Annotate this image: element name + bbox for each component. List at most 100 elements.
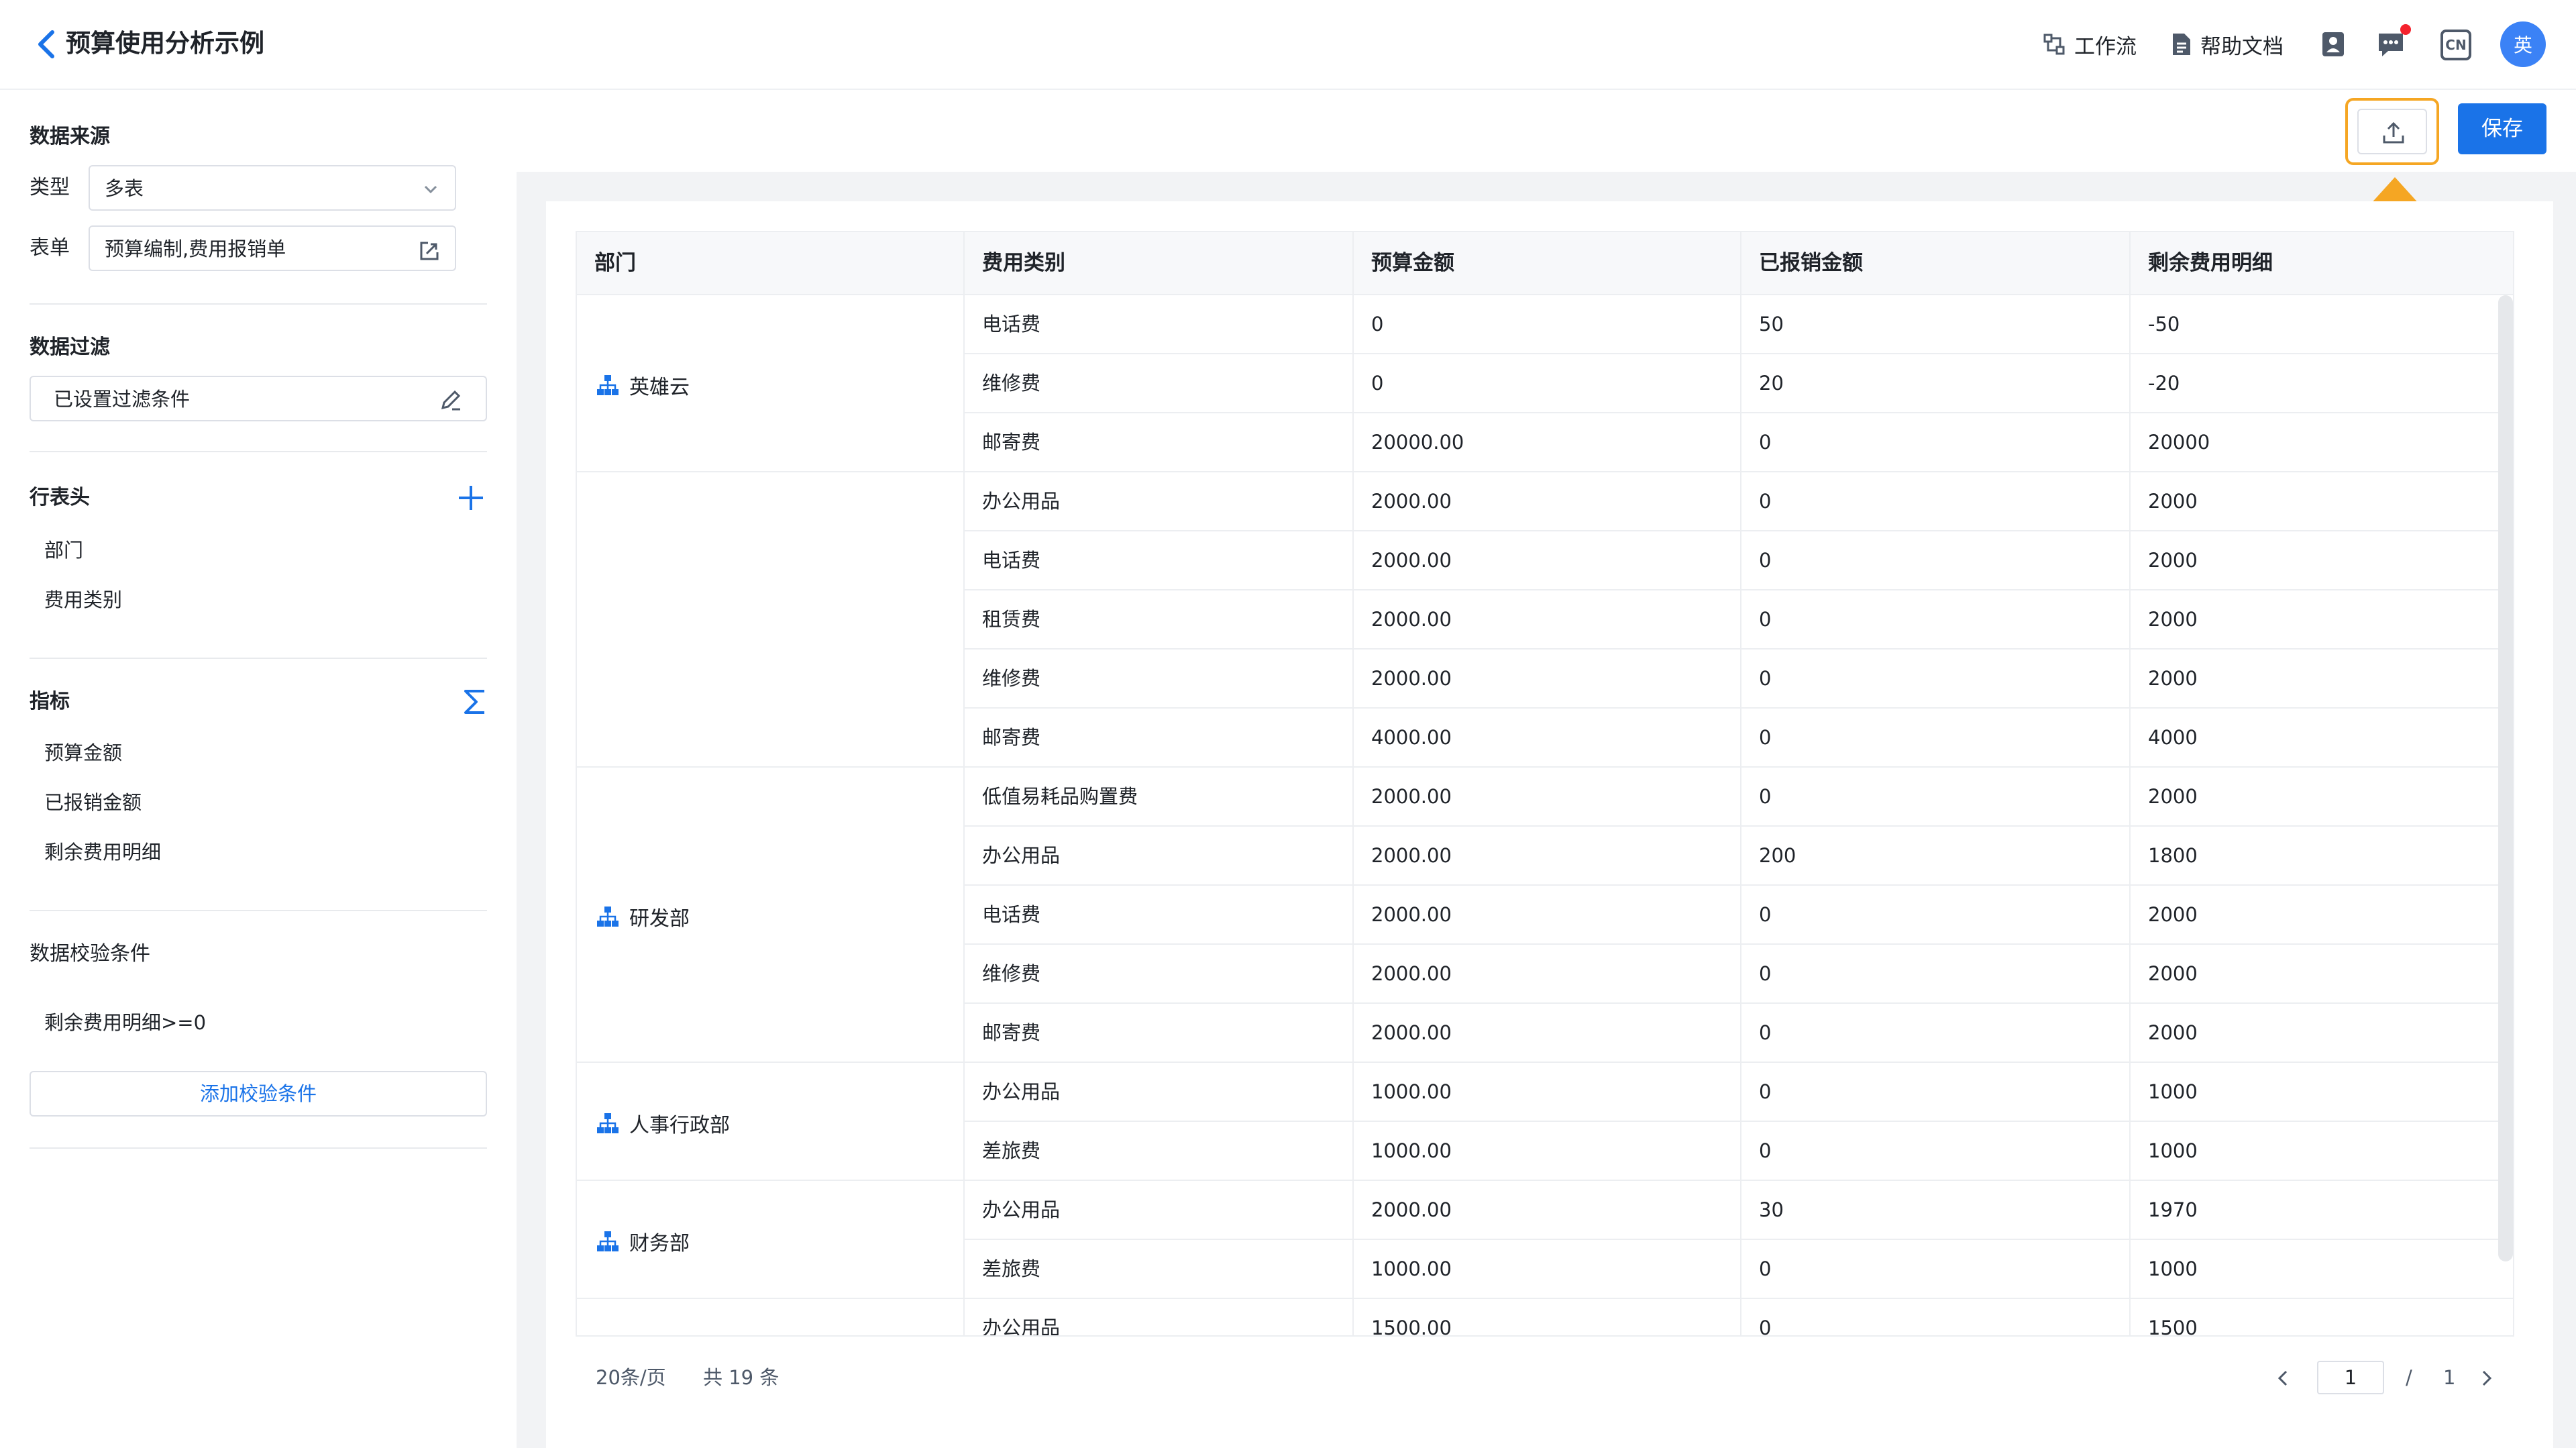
help-docs-button[interactable]: 帮助文档 xyxy=(2171,28,2284,60)
table-cell: 2000.00 xyxy=(1354,472,1741,531)
table-cell: 办公用品 xyxy=(965,1063,1354,1122)
language-switch[interactable]: CN xyxy=(2440,30,2471,60)
table-cell: 0 xyxy=(1741,590,2131,650)
form-select[interactable]: 预算编制,费用报销单 xyxy=(89,225,456,271)
contacts-icon[interactable] xyxy=(2318,30,2348,59)
table-scrollbar[interactable] xyxy=(2498,295,2513,1261)
table-cell: 2000 xyxy=(2131,472,2513,531)
metric-item[interactable]: 剩余费用明细 xyxy=(44,839,161,866)
department-name: 财务部 xyxy=(629,1232,690,1255)
department-label-group: 财务部 xyxy=(596,1227,690,1256)
filter-condition-value: 已设置过滤条件 xyxy=(54,388,191,411)
org-tree-icon xyxy=(597,375,619,395)
table-cell: 0 xyxy=(1354,295,1741,354)
table-cell: 2000.00 xyxy=(1354,945,1741,1004)
table-cell: 1000.00 xyxy=(1354,1122,1741,1181)
table-cell: 2000.00 xyxy=(1354,590,1741,650)
department-label-group: 人事行政部 xyxy=(596,1108,730,1138)
message-icon[interactable] xyxy=(2376,30,2406,59)
metric-item[interactable]: 预算金额 xyxy=(44,739,122,766)
divider xyxy=(30,303,487,305)
table-cell: 2000 xyxy=(2131,768,2513,827)
column-header[interactable]: 费用类别 xyxy=(965,232,1354,294)
column-header[interactable]: 剩余费用明细 xyxy=(2131,232,2513,294)
export-button[interactable] xyxy=(2357,109,2427,154)
column-header[interactable]: 部门 xyxy=(577,232,965,294)
table-cell: 电话费 xyxy=(965,295,1354,354)
table-cell: 邮寄费 xyxy=(965,1004,1354,1063)
language-label: CN xyxy=(2445,37,2467,53)
open-link-icon xyxy=(420,242,439,260)
table-cell: 2000.00 xyxy=(1354,650,1741,709)
form-label: 表单 xyxy=(30,236,70,260)
metric-item[interactable]: 已报销金额 xyxy=(44,789,142,816)
edit-pen-icon[interactable] xyxy=(439,388,463,412)
user-avatar[interactable]: 英 xyxy=(2500,21,2546,67)
table-cell: 0 xyxy=(1741,1299,2131,1335)
prev-page-icon[interactable] xyxy=(2271,1365,2296,1392)
row-header-item[interactable]: 部门 xyxy=(44,537,83,564)
table-cell: 2000.00 xyxy=(1354,1181,1741,1240)
table-cell: 租赁费 xyxy=(965,590,1354,650)
department-name: 人事行政部 xyxy=(629,1114,730,1137)
table-cell: 0 xyxy=(1741,413,2131,472)
table-cell: 0 xyxy=(1741,472,2131,531)
column-header[interactable]: 已报销金额 xyxy=(1741,232,2131,294)
save-button[interactable]: 保存 xyxy=(2458,103,2546,154)
sigma-sum-icon[interactable] xyxy=(463,687,487,717)
table-cell: 2000.00 xyxy=(1354,827,1741,886)
page-number-input[interactable]: 1 xyxy=(2317,1361,2384,1394)
divider xyxy=(30,1147,487,1149)
table-cell: 2000.00 xyxy=(1354,768,1741,827)
table-cell: 4000.00 xyxy=(1354,709,1741,768)
filter-condition-box[interactable]: 已设置过滤条件 xyxy=(30,376,487,421)
row-header-title: 行表头 xyxy=(30,486,90,509)
back-chevron-icon[interactable] xyxy=(34,28,60,60)
table-cell: 0 xyxy=(1741,531,2131,590)
table-cell: 1800 xyxy=(2131,827,2513,886)
table-cell: 1000 xyxy=(2131,1063,2513,1122)
column-header[interactable]: 预算金额 xyxy=(1354,232,1741,294)
table-cell: 维修费 xyxy=(965,354,1354,413)
table-cell: 2000 xyxy=(2131,945,2513,1004)
help-docs-label: 帮助文档 xyxy=(2200,34,2284,59)
table-cell: 50 xyxy=(1741,295,2131,354)
org-tree-icon xyxy=(597,1113,619,1133)
table-cell: 0 xyxy=(1741,650,2131,709)
department-cell: 财务部 xyxy=(577,1181,965,1299)
table-cell: 0 xyxy=(1741,945,2131,1004)
analysis-table: 部门 费用类别 预算金额 已报销金额 剩余费用明细 英雄云 研发部 人事行政部 财务部 电话费 0… xyxy=(576,231,2514,1337)
add-validation-button[interactable]: 添加校验条件 xyxy=(30,1071,487,1117)
table-cell: 20000.00 xyxy=(1354,413,1741,472)
table-cell: 2000.00 xyxy=(1354,1004,1741,1063)
page-separator: / xyxy=(2406,1366,2412,1389)
department-cell: 英雄云 xyxy=(577,295,965,472)
type-label: 类型 xyxy=(30,176,70,199)
table-cell: 办公用品 xyxy=(965,1299,1354,1335)
table-cell: 0 xyxy=(1741,768,2131,827)
table-cell: 0 xyxy=(1354,354,1741,413)
table-cell: 0 xyxy=(1741,1122,2131,1181)
type-select[interactable]: 多表 xyxy=(89,165,456,211)
next-page-icon[interactable] xyxy=(2474,1365,2498,1392)
table-cell: 1500.00 xyxy=(1354,1299,1741,1335)
table-cell: 2000 xyxy=(2131,650,2513,709)
page-size-label[interactable]: 20条/页 xyxy=(596,1361,666,1394)
table-cell: 2000 xyxy=(2131,590,2513,650)
workflow-label: 工作流 xyxy=(2074,34,2137,59)
add-plus-icon[interactable] xyxy=(456,483,486,513)
table-cell: -50 xyxy=(2131,295,2513,354)
metrics-title: 指标 xyxy=(30,690,70,713)
table-cell: 1000.00 xyxy=(1354,1063,1741,1122)
validation-rule-item[interactable]: 剩余费用明细>=0 xyxy=(44,1009,206,1036)
table-cell: 电话费 xyxy=(965,531,1354,590)
department-cell xyxy=(577,1299,965,1335)
chevron-down-icon xyxy=(424,185,437,194)
table-cell: 邮寄费 xyxy=(965,413,1354,472)
row-header-item[interactable]: 费用类别 xyxy=(44,586,122,613)
table-cell: 2000.00 xyxy=(1354,886,1741,945)
document-icon xyxy=(2173,34,2190,55)
workflow-button[interactable]: 工作流 xyxy=(2042,28,2137,60)
table-cell: 2000 xyxy=(2131,1004,2513,1063)
table-cell: 维修费 xyxy=(965,650,1354,709)
